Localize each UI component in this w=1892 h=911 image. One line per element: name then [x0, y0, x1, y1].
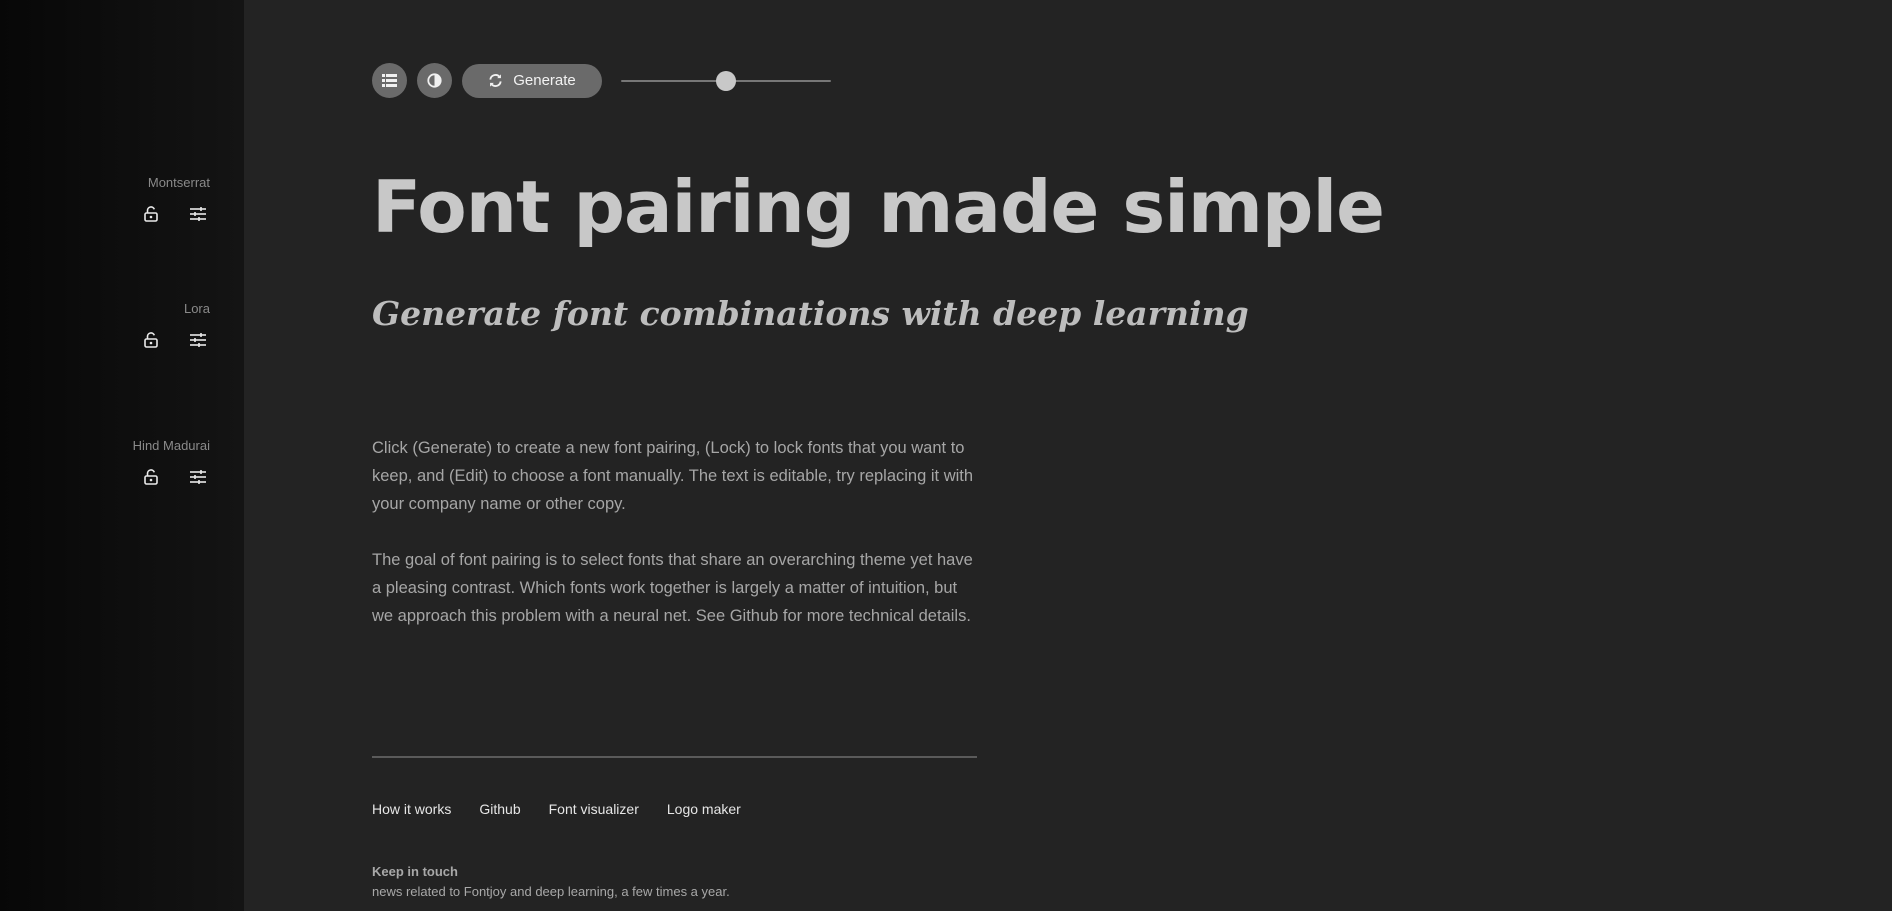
sliders-icon[interactable]	[188, 467, 208, 487]
sliders-icon[interactable]	[188, 204, 208, 224]
link-font-visualizer[interactable]: Font visualizer	[549, 801, 639, 817]
list-button[interactable]	[372, 63, 407, 98]
body-paragraph[interactable]: The goal of font pairing is to select fo…	[372, 546, 978, 630]
sidebar: Montserrat Lora Hind Madurai	[0, 0, 244, 911]
lock-open-icon[interactable]	[141, 467, 161, 487]
font-group-secondary: Lora	[10, 301, 210, 350]
font-controls	[10, 330, 210, 350]
toolbar: Generate	[372, 63, 831, 98]
main-content: Generate Font pairing made simple Genera…	[244, 0, 1892, 911]
generate-button[interactable]: Generate	[462, 63, 602, 98]
font-name-label: Hind Madurai	[132, 438, 210, 453]
page: Montserrat Lora Hind Madurai Generate Fo…	[0, 0, 1892, 911]
body-paragraph[interactable]: Click (Generate) to create a new font pa…	[372, 434, 978, 518]
list-icon	[382, 74, 397, 87]
lock-open-icon[interactable]	[141, 330, 161, 350]
contrast-slider[interactable]	[621, 70, 831, 91]
sliders-icon[interactable]	[188, 330, 208, 350]
font-name-label: Montserrat	[147, 175, 210, 190]
font-group-primary: Montserrat	[10, 175, 210, 224]
subheadline[interactable]: Generate font combinations with deep lea…	[372, 294, 1249, 333]
keep-in-touch-desc: news related to Fontjoy and deep learnin…	[372, 884, 730, 899]
font-name-label: Lora	[183, 301, 210, 316]
font-controls	[10, 467, 210, 487]
link-how-it-works[interactable]: How it works	[372, 801, 451, 817]
headline[interactable]: Font pairing made simple	[372, 165, 1385, 249]
contrast-button[interactable]	[417, 63, 452, 98]
keep-in-touch-title: Keep in touch	[372, 864, 458, 879]
lock-open-icon[interactable]	[141, 204, 161, 224]
font-group-body: Hind Madurai	[10, 438, 210, 487]
slider-thumb[interactable]	[716, 70, 736, 91]
link-logo-maker[interactable]: Logo maker	[667, 801, 741, 817]
divider	[372, 756, 977, 758]
contrast-icon	[427, 73, 442, 88]
font-controls	[10, 204, 210, 224]
generate-label: Generate	[513, 72, 576, 89]
footer-nav: How it works Github Font visualizer Logo…	[372, 801, 741, 817]
refresh-icon	[489, 74, 502, 87]
link-github[interactable]: Github	[479, 801, 520, 817]
body-text[interactable]: Click (Generate) to create a new font pa…	[372, 434, 978, 658]
